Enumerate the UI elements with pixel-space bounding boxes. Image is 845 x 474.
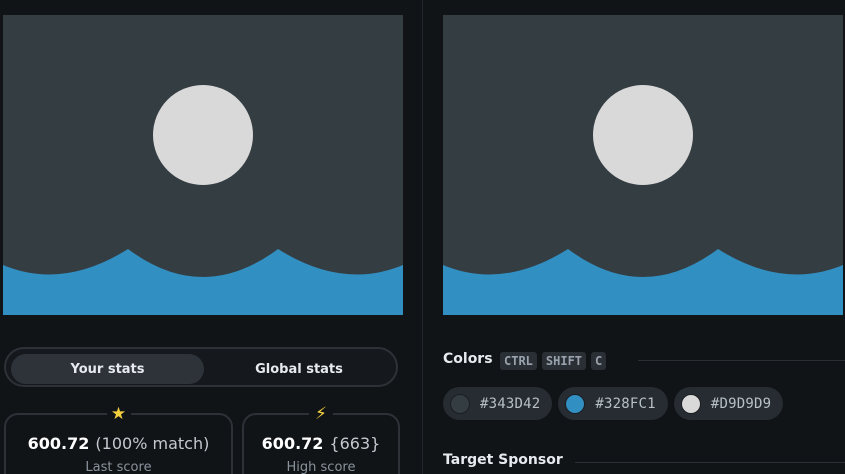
colors-title: Colors <box>443 351 493 367</box>
high-score-number: 600.72 <box>261 434 324 453</box>
target-preview <box>443 15 843 315</box>
sponsor-divider <box>575 462 845 463</box>
battle-screen: Your stats Global stats ★ 600.72 (100% ma… <box>0 0 845 474</box>
panel-divider <box>422 0 423 474</box>
copy-colors-shortcut: CTRL SHIFT C <box>500 352 607 370</box>
high-score-label: High score <box>286 460 356 474</box>
kbd-c: C <box>591 352 607 370</box>
color-swatches: #343D42 #328FC1 #D9D9D9 <box>443 387 784 420</box>
canvas-circle <box>153 85 253 185</box>
colors-divider <box>638 360 845 361</box>
target-circle <box>593 85 693 185</box>
output-canvas <box>3 15 403 315</box>
high-score-card: ⚡ 600.72 {663} High score <box>242 403 400 474</box>
kbd-shift: SHIFT <box>541 352 587 370</box>
last-score-label: Last score <box>85 460 152 474</box>
high-score-chars: {663} <box>329 434 381 453</box>
output-preview[interactable] <box>3 15 403 315</box>
last-score-value: 600.72 (100% match) <box>6 434 231 453</box>
last-score-number: 600.72 <box>27 434 90 453</box>
star-icon: ★ <box>106 403 131 425</box>
stats-tabs: Your stats Global stats <box>4 347 398 387</box>
swatch-hex-blue: #328FC1 <box>595 395 656 412</box>
color-swatch-light[interactable]: #D9D9D9 <box>673 387 784 420</box>
target-sponsor-title: Target Sponsor <box>443 452 563 468</box>
tab-your-stats[interactable]: Your stats <box>11 354 204 384</box>
high-score-value: 600.72 {663} <box>244 434 398 453</box>
target-canvas <box>443 15 843 315</box>
swatch-dot-light <box>680 393 701 414</box>
last-score-card: ★ 600.72 (100% match) Last score <box>4 403 233 474</box>
kbd-ctrl: CTRL <box>500 352 537 370</box>
swatch-dot-dark <box>450 393 470 414</box>
tab-global-stats[interactable]: Global stats <box>204 354 394 384</box>
swatch-dot-blue <box>565 393 586 414</box>
color-swatch-blue[interactable]: #328FC1 <box>558 387 668 420</box>
color-swatch-dark[interactable]: #343D42 <box>443 387 553 420</box>
last-score-match: (100% match) <box>95 434 210 453</box>
swatch-hex-dark: #343D42 <box>480 395 541 412</box>
lightning-icon: ⚡ <box>309 403 333 425</box>
swatch-hex-light: #D9D9D9 <box>710 395 772 412</box>
